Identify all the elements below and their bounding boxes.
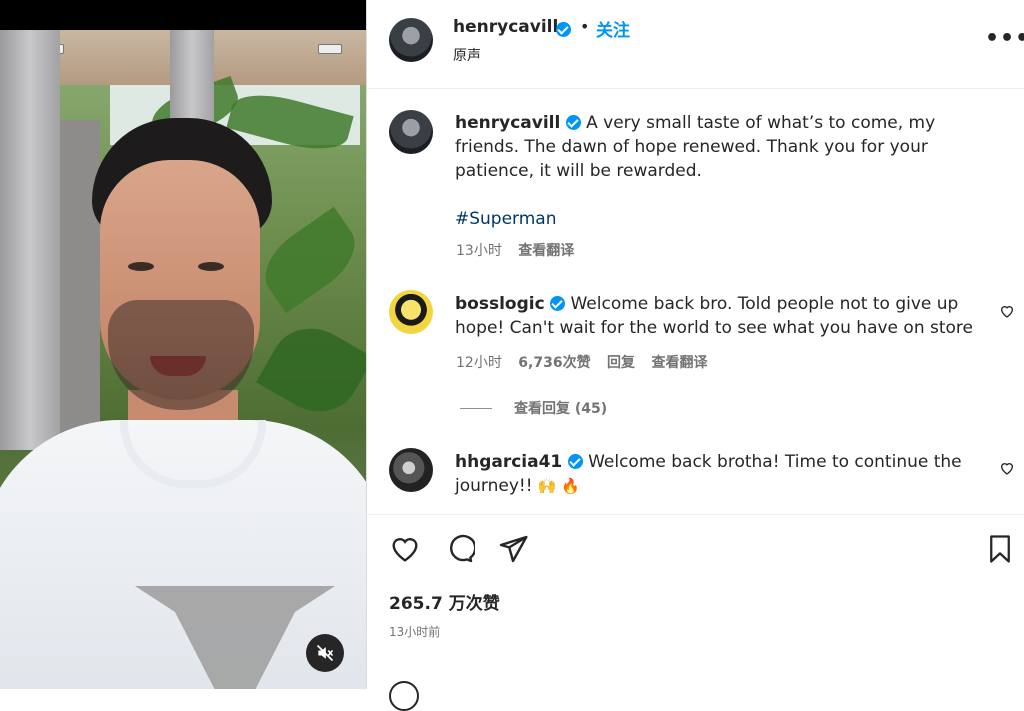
audio-label[interactable]: 原声 — [453, 45, 481, 65]
hashtag-link[interactable]: #Superman — [455, 209, 557, 229]
more-options-icon[interactable]: ••• — [985, 26, 1024, 51]
view-replies-button[interactable]: 查看回复 (45) — [514, 398, 607, 418]
post-timestamp[interactable]: 13小时前 — [389, 623, 440, 640]
add-comment-emoji-icon[interactable] — [389, 681, 419, 711]
comment-like-heart-icon[interactable] — [999, 460, 1015, 476]
media-top-bar — [0, 0, 366, 30]
likes-count[interactable]: 265.7 万次赞 — [389, 589, 500, 614]
like-heart-icon[interactable] — [389, 533, 421, 565]
follow-button[interactable]: 关注 — [596, 16, 630, 41]
ceiling-light — [318, 44, 342, 54]
post-side-panel: henrycavill • 关注 原声 ••• henrycavill A ve… — [366, 0, 1024, 711]
comment-bubble-icon[interactable] — [443, 533, 475, 565]
comment-username[interactable]: hhgarcia41 — [455, 452, 562, 472]
post-header: henrycavill • 关注 原声 ••• — [367, 0, 1024, 89]
share-paper-plane-icon[interactable] — [497, 533, 529, 565]
caption-meta: 13小时 查看翻译 — [456, 240, 586, 260]
eye — [198, 262, 224, 271]
caption: henrycavill A very small taste of what’s… — [455, 111, 995, 183]
author-avatar[interactable] — [389, 18, 433, 62]
view-replies-line — [460, 408, 492, 409]
verified-badge-icon — [550, 296, 566, 311]
palm-leaf — [251, 206, 366, 314]
comment-like-heart-icon[interactable] — [999, 303, 1015, 319]
comment-likes-count[interactable]: 6,736次赞 — [518, 355, 590, 371]
comment: bosslogic Welcome back bro. Told people … — [455, 292, 975, 340]
eye — [128, 262, 154, 271]
caption-author-avatar[interactable] — [389, 110, 433, 154]
comment-translate-link[interactable]: 查看翻译 — [651, 355, 707, 371]
post-media-video[interactable] — [0, 0, 366, 689]
caption-translate-link[interactable]: 查看翻译 — [518, 243, 574, 259]
caption-hashtag-line: #Superman — [455, 207, 557, 231]
caption-time: 13小时 — [456, 243, 502, 259]
save-bookmark-icon[interactable] — [985, 533, 1015, 565]
pillar — [0, 30, 60, 450]
comment-reply-button[interactable]: 回复 — [607, 355, 635, 371]
comment-emojis: 🙌 🔥 — [537, 477, 581, 495]
comment-avatar[interactable] — [389, 290, 433, 334]
pillar — [60, 120, 100, 450]
verified-badge-icon — [556, 22, 571, 37]
comment-username[interactable]: bosslogic — [455, 294, 545, 314]
comment-time: 12小时 — [456, 355, 502, 371]
speaker-muted-icon — [316, 644, 334, 662]
comment: hhgarcia41 Welcome back brotha! Time to … — [455, 450, 975, 498]
verified-badge-icon — [567, 454, 583, 469]
verified-badge-icon — [565, 115, 581, 130]
comment-avatar[interactable] — [389, 448, 433, 492]
comment-meta: 12小时 6,736次赞 回复 查看翻译 — [456, 352, 719, 372]
palm-leaf — [256, 312, 366, 428]
post-actions: 265.7 万次赞 13小时前 — [367, 514, 1024, 711]
mute-toggle-button[interactable] — [306, 634, 344, 672]
caption-username[interactable]: henrycavill — [455, 113, 560, 133]
separator-dot: • — [580, 17, 590, 36]
author-username[interactable]: henrycavill — [453, 17, 558, 37]
